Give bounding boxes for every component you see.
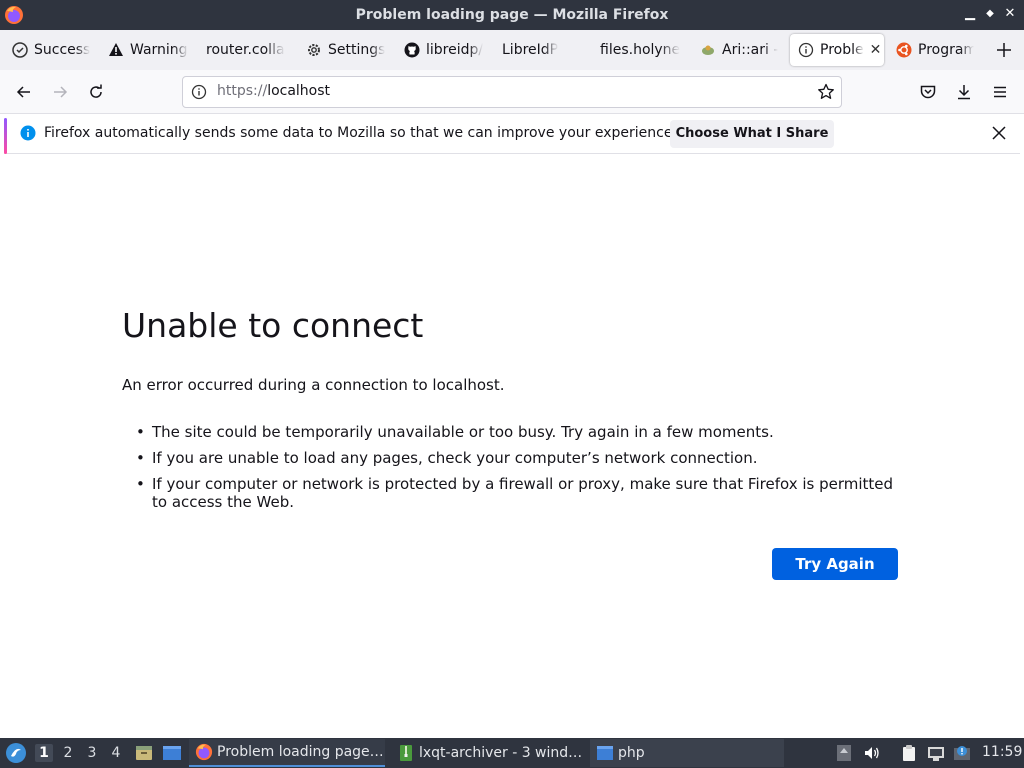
- desktop-3[interactable]: 3: [83, 744, 101, 762]
- download-icon: [958, 85, 970, 100]
- reload-button[interactable]: [82, 78, 110, 106]
- firefox-icon: [4, 5, 24, 25]
- tab-label: Success: [34, 42, 91, 58]
- new-tab-button[interactable]: [992, 38, 1016, 62]
- window-titlebar: Problem loading page — Mozilla Firefox ▁…: [0, 0, 1024, 30]
- task-lxqt-archiver[interactable]: lxqt-archiver - 3 wind…: [391, 739, 585, 767]
- try-again-button[interactable]: Try Again: [772, 548, 898, 580]
- desktop-1[interactable]: 1: [35, 744, 53, 762]
- close-notification-icon[interactable]: [990, 124, 1008, 142]
- error-title: Unable to connect: [122, 306, 424, 345]
- clock[interactable]: 11:59: [982, 744, 1022, 760]
- page-content: Unable to connect An error occurred duri…: [0, 155, 1024, 738]
- task-label: php: [618, 745, 645, 761]
- pocket-icon: [920, 85, 936, 99]
- tab-label: LibreIdP: [502, 42, 559, 58]
- desktop-4[interactable]: 4: [107, 744, 125, 762]
- choose-what-i-share-button[interactable]: Choose What I Share: [670, 120, 834, 148]
- pocket-button[interactable]: [914, 78, 942, 106]
- tab-ari[interactable]: Ari::ari -: [692, 34, 786, 66]
- arrow-right-icon: [54, 86, 68, 98]
- notification-message: Firefox automatically sends some data to…: [44, 125, 677, 141]
- tab-label: Settings: [328, 42, 386, 58]
- minimize-button[interactable]: ▁: [962, 6, 978, 22]
- back-button[interactable]: [10, 78, 38, 106]
- tab-label: Proble: [820, 42, 864, 58]
- error-description: An error occurred during a connection to…: [122, 376, 505, 394]
- task-label: Problem loading page…: [217, 744, 384, 760]
- info-icon: [798, 42, 814, 58]
- task-label: lxqt-archiver - 3 wind…: [419, 745, 583, 761]
- tab-files[interactable]: files.holyne: [592, 34, 688, 66]
- arrow-left-icon: [16, 86, 30, 98]
- forward-button[interactable]: [46, 78, 74, 106]
- system-taskbar: 1 2 3 4 Problem loading page… lxqt-archi…: [0, 738, 1024, 768]
- desktop-2[interactable]: 2: [59, 744, 77, 762]
- hamburger-menu-icon: [994, 86, 1006, 98]
- warning-icon: [108, 42, 124, 58]
- notification-accent: [4, 118, 7, 154]
- tab-settings[interactable]: Settings: [298, 34, 394, 66]
- firefox-icon: [195, 743, 213, 761]
- task-php[interactable]: php: [590, 739, 784, 767]
- tab-label: Program: [918, 42, 974, 58]
- url-host: localhost: [267, 83, 331, 99]
- data-reporting-notification: Firefox automatically sends some data to…: [4, 114, 1020, 154]
- tab-strip: Success Warning router.colla Settings li…: [0, 30, 1024, 70]
- reload-icon: [90, 84, 102, 98]
- tab-router[interactable]: router.colla: [198, 34, 294, 66]
- close-tab-icon[interactable]: ✕: [870, 42, 882, 58]
- window-title: Problem loading page — Mozilla Firefox: [355, 7, 669, 23]
- error-suggestions: The site could be temporarily unavailabl…: [130, 423, 910, 519]
- downloads-button[interactable]: [950, 78, 978, 106]
- tab-label: files.holyne: [600, 42, 681, 58]
- keyboard-layout-icon[interactable]: [835, 744, 853, 762]
- tab-success[interactable]: Success: [4, 34, 98, 66]
- close-window-button[interactable]: ✕: [1002, 6, 1018, 22]
- file-manager-icon[interactable]: [134, 743, 154, 763]
- tab-problem-loading[interactable]: Proble ✕: [790, 34, 884, 66]
- start-menu-icon[interactable]: [4, 741, 28, 765]
- update-notifier-icon[interactable]: [953, 744, 971, 762]
- navigation-toolbar: https://localhost: [0, 70, 1024, 114]
- tab-warning[interactable]: Warning: [100, 34, 194, 66]
- info-icon: [20, 125, 36, 141]
- ari-icon: [700, 42, 716, 58]
- show-desktop-icon[interactable]: [162, 743, 182, 763]
- list-item: The site could be temporarily unavailabl…: [130, 423, 910, 441]
- network-icon[interactable]: [927, 744, 945, 762]
- archive-icon: [397, 744, 415, 762]
- tab-libreidp-github[interactable]: libreidp/: [396, 34, 492, 66]
- github-icon: [404, 42, 420, 58]
- tab-label: router.colla: [206, 42, 285, 58]
- clipboard-icon[interactable]: [900, 744, 918, 762]
- check-circle-icon: [12, 42, 28, 58]
- tab-label: Ari::ari -: [722, 42, 779, 58]
- url-scheme: https://: [217, 83, 268, 99]
- site-info-icon[interactable]: [191, 84, 207, 100]
- gear-icon: [306, 42, 322, 58]
- bookmark-star-icon[interactable]: [817, 83, 835, 101]
- list-item: If your computer or network is protected…: [130, 475, 910, 511]
- terminal-icon: [596, 744, 614, 762]
- maximize-button[interactable]: ◆: [982, 6, 998, 22]
- tab-program[interactable]: Program: [888, 34, 974, 66]
- url-text[interactable]: https://localhost: [217, 83, 330, 99]
- volume-icon[interactable]: [863, 744, 881, 762]
- tab-libreidp[interactable]: LibreIdP: [494, 34, 590, 66]
- tab-label: Warning: [130, 42, 188, 58]
- list-item: If you are unable to load any pages, che…: [130, 449, 910, 467]
- ubuntu-icon: [896, 42, 912, 58]
- tab-label: libreidp/: [426, 42, 484, 58]
- url-bar[interactable]: https://localhost: [182, 76, 842, 108]
- plus-icon: [997, 43, 1011, 57]
- app-menu-button[interactable]: [986, 78, 1014, 106]
- task-firefox[interactable]: Problem loading page…: [189, 739, 385, 767]
